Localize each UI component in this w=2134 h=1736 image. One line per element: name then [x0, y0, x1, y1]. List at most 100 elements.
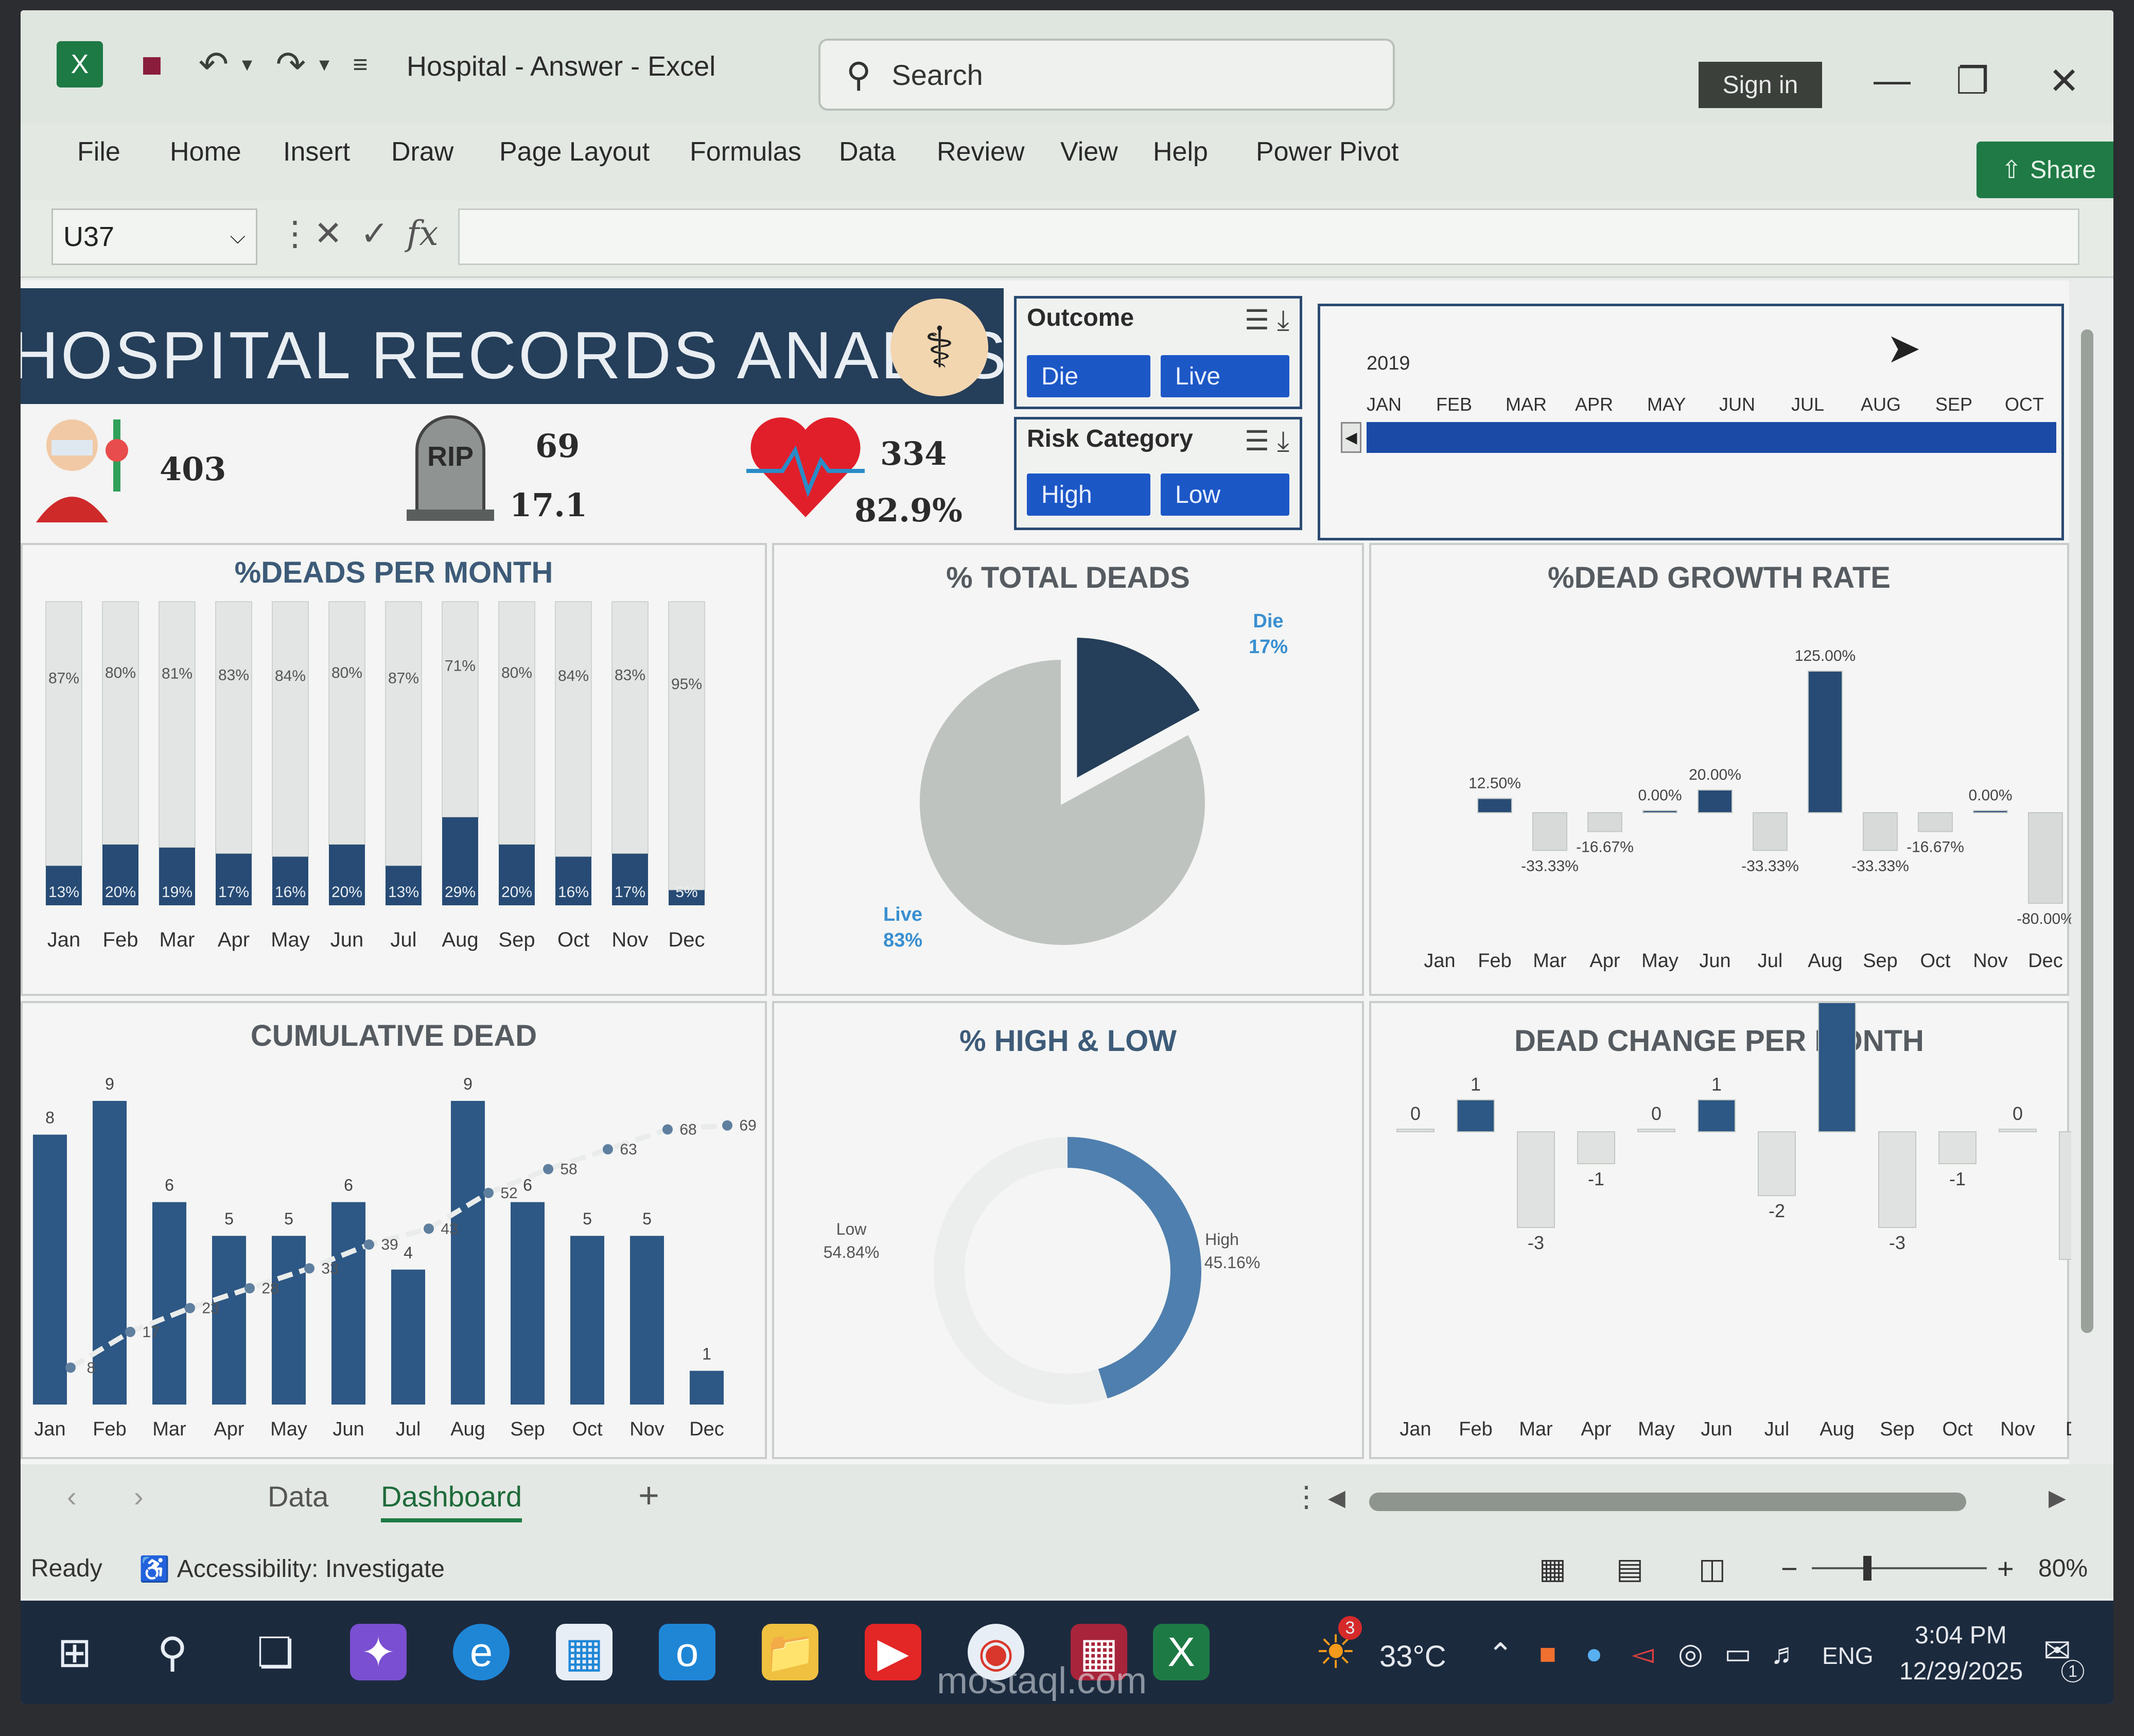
line-label: 33: [321, 1260, 338, 1277]
task-view-icon[interactable]: ❏: [247, 1624, 304, 1680]
edge-icon[interactable]: e: [453, 1624, 510, 1680]
store-icon[interactable]: ▦: [556, 1624, 613, 1680]
taskbar-search-icon[interactable]: ⚲: [144, 1624, 201, 1680]
minimize-icon[interactable]: —: [1874, 59, 1911, 101]
slicer-option-low[interactable]: Low: [1161, 474, 1289, 516]
timeline-month[interactable]: SEP: [1935, 394, 1972, 415]
network-icon[interactable]: ▭: [1724, 1637, 1752, 1671]
insert-function-button[interactable]: fx: [407, 214, 439, 253]
horizontal-scrollbar[interactable]: [1369, 1493, 1966, 1511]
close-icon[interactable]: ✕: [2049, 59, 2079, 102]
undo-dropdown-icon[interactable]: ▾: [237, 41, 257, 87]
line-label: 39: [381, 1236, 398, 1253]
redo-icon[interactable]: ↷: [268, 41, 314, 87]
timeline-month[interactable]: AUG: [1861, 394, 1901, 415]
scroll-left-icon[interactable]: ◀: [1328, 1485, 1345, 1511]
page-layout-view-icon[interactable]: ▤: [1616, 1552, 1643, 1586]
volume-icon[interactable]: ♬: [1771, 1637, 1799, 1670]
vertical-scrollbar[interactable]: [2077, 299, 2097, 1431]
tray-expand-icon[interactable]: ⌃: [1488, 1637, 1513, 1673]
more-options-icon[interactable]: ⋮: [278, 214, 312, 253]
tab-insert[interactable]: Insert: [283, 136, 350, 167]
timeline-month[interactable]: JUL: [1791, 394, 1824, 415]
normal-view-icon[interactable]: ▦: [1539, 1552, 1566, 1586]
formula-input[interactable]: [458, 208, 2079, 265]
timeline-slicer[interactable]: 2019 JAN FEB MAR APR MAY JUN JUL AUG SEP…: [1318, 304, 2064, 540]
next-sheet-icon[interactable]: ›: [134, 1480, 144, 1513]
outlook-icon[interactable]: o: [659, 1624, 715, 1680]
zoom-slider-thumb[interactable]: [1863, 1556, 1871, 1581]
timeline-selection-bar[interactable]: [1367, 422, 2056, 453]
ribbon-tabs: File Home Insert Draw Page Layout Formul…: [21, 124, 2113, 201]
timeline-scroll-left-icon[interactable]: ◀: [1341, 422, 1361, 453]
speaker-muted-icon[interactable]: ◅: [1632, 1637, 1654, 1671]
bar-live: [215, 601, 252, 854]
tab-formulas[interactable]: Formulas: [690, 136, 801, 167]
tray-app-icon[interactable]: ●: [1585, 1637, 1603, 1670]
name-box[interactable]: U37 ⌵: [51, 208, 257, 265]
multi-select-icon[interactable]: ☰: [1245, 305, 1269, 336]
timeline-month[interactable]: MAY: [1647, 394, 1686, 415]
accessibility-button[interactable]: ♿ Accessibility: Investigate: [139, 1554, 445, 1584]
tab-view[interactable]: View: [1060, 136, 1118, 167]
clock-time[interactable]: 3:04 PM: [1915, 1621, 2007, 1650]
zoom-out-button[interactable]: −: [1781, 1552, 1798, 1585]
tab-draw[interactable]: Draw: [391, 136, 453, 167]
slicer-option-live[interactable]: Live: [1161, 355, 1289, 397]
webcam-icon[interactable]: ◎: [1678, 1637, 1703, 1671]
customize-qat-icon[interactable]: ≡: [345, 41, 376, 87]
copilot-icon[interactable]: ✦: [350, 1624, 407, 1680]
start-icon[interactable]: ⊞: [46, 1624, 103, 1680]
sign-in-button[interactable]: Sign in: [1699, 62, 1822, 108]
zoom-in-button[interactable]: +: [1997, 1552, 2014, 1585]
line-point: [304, 1263, 314, 1274]
tab-file[interactable]: File: [77, 136, 120, 167]
tab-power-pivot[interactable]: Power Pivot: [1256, 136, 1398, 167]
undo-icon[interactable]: ↶: [190, 41, 237, 87]
enter-icon[interactable]: ✓: [360, 214, 389, 253]
file-explorer-icon[interactable]: 📁: [762, 1624, 818, 1680]
clock-date[interactable]: 12/29/2025: [1899, 1657, 2023, 1686]
page-break-view-icon[interactable]: ◫: [1699, 1552, 1726, 1586]
more-options-icon[interactable]: ⋮: [1292, 1480, 1321, 1514]
multi-select-icon[interactable]: ☰: [1245, 426, 1269, 457]
restore-icon[interactable]: ❐: [1956, 59, 1989, 102]
sheet-tab-data[interactable]: Data: [268, 1480, 328, 1513]
clear-filter-icon[interactable]: ⤓: [1277, 426, 1289, 457]
timeline-month[interactable]: FEB: [1436, 394, 1472, 415]
cancel-icon[interactable]: ✕: [314, 214, 342, 253]
scroll-right-icon[interactable]: ▶: [2049, 1485, 2066, 1511]
tab-help[interactable]: Help: [1153, 136, 1208, 167]
tab-data[interactable]: Data: [839, 136, 896, 167]
timeline-month[interactable]: APR: [1575, 394, 1613, 415]
tab-home[interactable]: Home: [170, 136, 241, 167]
data-label: 6: [165, 1176, 174, 1195]
timeline-month[interactable]: JUN: [1719, 394, 1755, 415]
timeline-month[interactable]: JAN: [1367, 394, 1402, 415]
vertical-scroll-thumb[interactable]: [2081, 329, 2093, 1333]
save-icon[interactable]: ■: [129, 41, 175, 87]
tab-page-layout[interactable]: Page Layout: [499, 136, 650, 167]
clear-filter-icon[interactable]: ⤓: [1277, 305, 1289, 336]
prev-sheet-icon[interactable]: ‹: [67, 1480, 77, 1513]
slicer-option-die[interactable]: Die: [1027, 355, 1150, 397]
share-button[interactable]: ⇧ Share: [1976, 142, 2113, 198]
tick-label: Oct: [1920, 950, 1951, 972]
zoom-level[interactable]: 80%: [2038, 1554, 2088, 1583]
search-box[interactable]: ⚲ Search: [818, 39, 1395, 111]
youtube-icon[interactable]: ▶: [865, 1624, 921, 1680]
slicer-option-high[interactable]: High: [1027, 474, 1150, 516]
add-sheet-button[interactable]: +: [638, 1475, 659, 1516]
timeline-month[interactable]: MAR: [1506, 394, 1547, 415]
tick-label: Nov: [2000, 1418, 2035, 1440]
timeline-month[interactable]: OCT: [2005, 394, 2044, 415]
tab-review[interactable]: Review: [937, 136, 1025, 167]
zoom-slider[interactable]: [1812, 1556, 1987, 1581]
excel-taskbar-icon[interactable]: X: [1153, 1624, 1210, 1680]
redo-dropdown-icon[interactable]: ▾: [314, 41, 335, 87]
tick-label: Feb: [1478, 950, 1511, 972]
language-indicator[interactable]: ENG: [1822, 1642, 1874, 1670]
weather-temp[interactable]: 33°C: [1379, 1639, 1446, 1674]
tray-app-icon[interactable]: ■: [1539, 1637, 1556, 1670]
sheet-tab-dashboard[interactable]: Dashboard: [381, 1480, 522, 1522]
